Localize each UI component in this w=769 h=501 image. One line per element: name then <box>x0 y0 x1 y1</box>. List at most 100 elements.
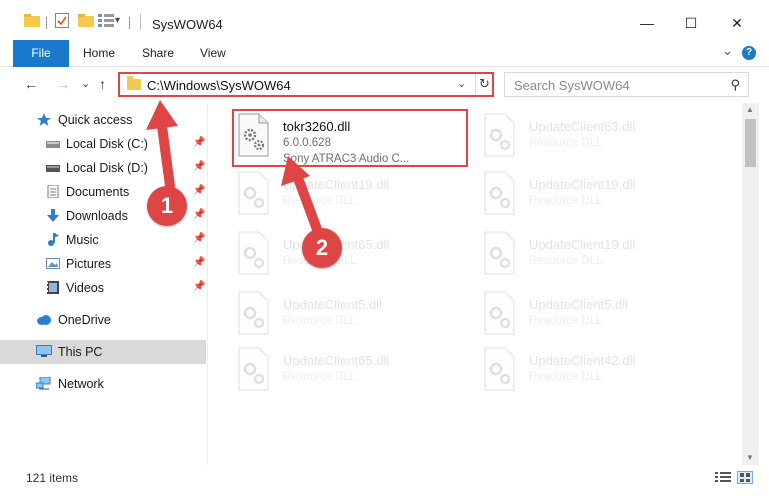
folder-icon <box>24 13 40 30</box>
sidebar-item-quick-access[interactable]: Quick access <box>0 108 206 132</box>
close-button[interactable]: ✕ <box>714 8 760 38</box>
navigation-bar: ← → ⌄ ↑ C:\Windows\SysWOW64 ⌄ ↻ Search S… <box>0 67 769 103</box>
minimize-button[interactable]: — <box>624 8 670 38</box>
back-button[interactable]: ← <box>24 76 38 92</box>
view-options-icon[interactable] <box>98 13 114 30</box>
file-item[interactable]: UpdateClient5.dll Resource DLL <box>481 291 716 349</box>
file-name: UpdateClient63.dll <box>529 119 636 134</box>
dll-file-icon <box>481 231 517 275</box>
file-item[interactable]: UpdateClient63.dll Resource DLL <box>481 113 716 171</box>
dll-file-icon <box>235 347 271 391</box>
sidebar-item-onedrive[interactable]: OneDrive <box>0 308 206 332</box>
pin-icon[interactable]: 📌 <box>193 137 205 148</box>
sidebar-item-label: Network <box>58 377 104 391</box>
file-name: UpdateClient19.dll <box>529 177 636 192</box>
music-icon <box>46 233 60 246</box>
sidebar-item-label: Videos <box>66 281 104 295</box>
status-bar: 121 items <box>0 465 769 489</box>
file-item[interactable]: UpdateClient19.dll Resource DLL <box>481 231 716 289</box>
address-path[interactable]: C:\Windows\SysWOW64 <box>147 78 291 93</box>
ribbon: File Home Share View ⌄ ? <box>0 40 769 67</box>
dll-file-icon <box>235 291 271 335</box>
sidebar-item-local-disk-c[interactable]: Local Disk (C:) 📌 <box>0 132 206 156</box>
vertical-scrollbar[interactable]: ▲ ▼ <box>742 103 759 465</box>
drive-icon <box>46 137 60 150</box>
maximize-icon: ☐ <box>684 14 698 31</box>
dll-file-icon <box>481 171 517 215</box>
pin-icon[interactable]: 📌 <box>193 233 205 244</box>
file-name: UpdateClient19.dll <box>283 177 390 192</box>
pin-icon[interactable]: 📌 <box>193 281 205 292</box>
pin-icon[interactable]: 📌 <box>193 209 205 220</box>
sidebar-item-local-disk-d[interactable]: Local Disk (D:) 📌 <box>0 156 206 180</box>
search-icon[interactable]: ⚲ <box>730 77 740 93</box>
sidebar-item-videos[interactable]: Videos 📌 <box>0 276 206 300</box>
sidebar-item-label: Documents <box>66 185 130 199</box>
sidebar-item-music[interactable]: Music 📌 <box>0 228 206 252</box>
address-dropdown-icon[interactable]: ⌄ <box>457 77 466 90</box>
forward-button[interactable]: → <box>56 76 70 92</box>
file-item[interactable]: UpdateClient65.dll Resource DLL <box>235 231 470 289</box>
tab-file[interactable]: File <box>13 40 69 67</box>
item-count: 121 items <box>26 471 79 485</box>
help-icon[interactable]: ? <box>742 46 756 60</box>
tab-view[interactable]: View <box>200 40 226 67</box>
address-separator <box>475 74 476 95</box>
folder-icon <box>127 76 141 90</box>
sidebar-item-label: This PC <box>58 345 103 359</box>
sidebar-item-label: Local Disk (D:) <box>66 161 148 175</box>
dll-file-icon <box>235 171 271 215</box>
sidebar-item-network[interactable]: Network <box>0 372 206 396</box>
file-name: UpdateClient65.dll <box>283 353 390 368</box>
large-icons-view-icon[interactable] <box>737 471 753 484</box>
computer-icon <box>36 345 52 358</box>
file-version: Resource DLL <box>529 137 603 149</box>
drive-icon <box>46 161 60 174</box>
new-folder-icon[interactable] <box>78 13 94 30</box>
star-icon <box>37 113 51 126</box>
navigation-pane: Quick access Local Disk (C:) 📌 Local Dis… <box>0 103 208 465</box>
file-version: Resource DLL <box>529 195 603 207</box>
refresh-icon[interactable]: ↻ <box>479 76 490 92</box>
up-button[interactable]: ↑ <box>99 76 106 92</box>
pictures-icon <box>46 257 60 270</box>
file-item[interactable]: UpdateClient65.dll Resource DLL <box>235 347 470 405</box>
file-item[interactable]: UpdateClient19.dll Resource DLL <box>235 171 470 229</box>
customize-toolbar-icon[interactable]: ▾ <box>115 15 120 26</box>
downloads-icon <box>46 209 60 222</box>
toolbar-separator <box>129 17 130 29</box>
dll-file-icon <box>481 347 517 391</box>
documents-icon <box>46 184 60 199</box>
file-item[interactable]: UpdateClient5.dll Resource DLL <box>235 291 470 349</box>
file-item[interactable]: UpdateClient42.dll Resource DLL <box>481 347 716 405</box>
pin-icon[interactable]: 📌 <box>193 257 205 268</box>
dll-file-icon <box>235 231 271 275</box>
sidebar-item-label: Local Disk (C:) <box>66 137 148 151</box>
scroll-down-icon[interactable]: ▼ <box>746 453 754 462</box>
address-bar[interactable]: C:\Windows\SysWOW64 ⌄ ↻ <box>118 72 494 97</box>
tab-home[interactable]: Home <box>83 40 115 67</box>
step-2-marker: 2 <box>302 228 342 268</box>
scroll-up-icon[interactable]: ▲ <box>746 105 754 114</box>
close-icon: ✕ <box>731 14 743 31</box>
properties-icon[interactable] <box>55 13 69 31</box>
recent-locations-button[interactable]: ⌄ <box>81 77 90 90</box>
maximize-button[interactable]: ☐ <box>668 8 714 38</box>
file-version: Resource DLL <box>529 371 603 383</box>
file-version: Resource DLL <box>529 255 603 267</box>
videos-icon <box>46 281 60 294</box>
file-name: UpdateClient5.dll <box>529 297 629 312</box>
pin-icon[interactable]: 📌 <box>193 161 205 172</box>
details-view-icon[interactable] <box>715 471 731 484</box>
file-version: Resource DLL <box>283 371 357 383</box>
file-name: UpdateClient5.dll <box>283 297 383 312</box>
sidebar-item-pictures[interactable]: Pictures 📌 <box>0 252 206 276</box>
scroll-thumb[interactable] <box>745 119 756 167</box>
file-item[interactable]: UpdateClient19.dll Resource DLL <box>481 171 716 229</box>
sidebar-item-this-pc[interactable]: This PC <box>0 340 206 364</box>
search-input[interactable]: Search SysWOW64 ⚲ <box>504 72 749 97</box>
sidebar-item-label: OneDrive <box>58 313 111 327</box>
tab-share[interactable]: Share <box>142 40 174 67</box>
expand-ribbon-icon[interactable]: ⌄ <box>722 43 733 59</box>
pin-icon[interactable]: 📌 <box>193 185 205 196</box>
